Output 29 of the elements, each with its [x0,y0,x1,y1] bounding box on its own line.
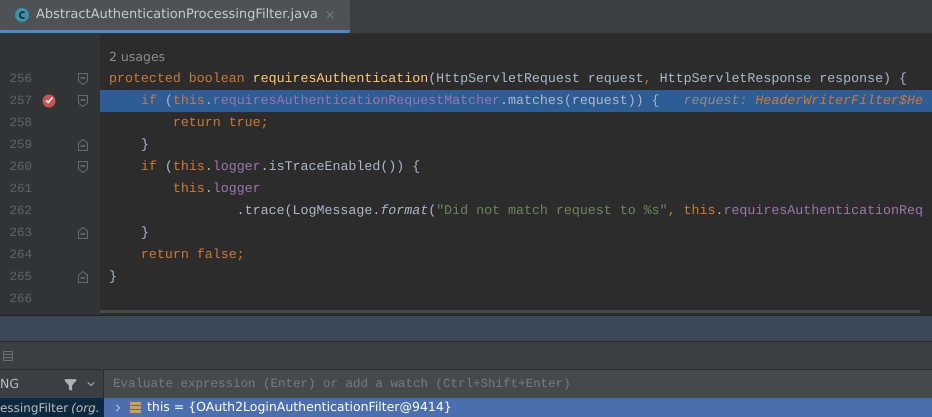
filter-icon[interactable] [64,378,77,391]
fold-icon[interactable] [78,160,88,173]
close-icon[interactable] [324,8,336,21]
code-line: return true; [172,114,269,132]
frames-header: NG [0,374,20,393]
code-line: } [108,268,117,286]
tab-title: AbstractAuthenticationProcessingFilter.java [36,6,318,24]
variable-row[interactable]: this = {OAuth2LoginAuthenticationFilter@9414} [104,398,932,417]
code-line: protected boolean requiresAuthentication(HttpServletRequest request, HttpServletResponse response) { [108,70,907,88]
layout-icon[interactable] [2,350,14,362]
variable-value: this = {OAuth2LoginAuthenticationFilter@9414} [147,398,452,416]
breakpoint-icon[interactable] [42,94,56,108]
usages-hint[interactable]: 2 usages [100,48,166,66]
fold-icon[interactable] [78,226,88,239]
editor-tab[interactable]: AbstractAuthenticationProcessingFilter.java [0,0,350,33]
code-line: if (this.requiresAuthenticationRequestMatcher.matches(request)) { request: HeaderWriterFilter$He [140,92,923,110]
code-line: } [140,136,149,154]
code-line: .trace(LogMessage.format("Did not match request to %s", this.requiresAuthenticationReq [236,202,923,220]
fold-icon[interactable] [78,138,88,151]
fold-icon[interactable] [78,270,88,283]
code-line: return false; [140,246,245,264]
field-icon [130,402,141,413]
code-line: this.logger [172,180,261,198]
code-line: if (this.logger.isTraceEnabled()) { [140,158,420,176]
stack-frame[interactable]: essingFilter (org. [0,398,104,417]
fold-icon[interactable] [78,94,88,107]
class-icon [14,6,30,23]
fold-icon[interactable] [78,72,88,85]
code-line: } [140,224,149,242]
